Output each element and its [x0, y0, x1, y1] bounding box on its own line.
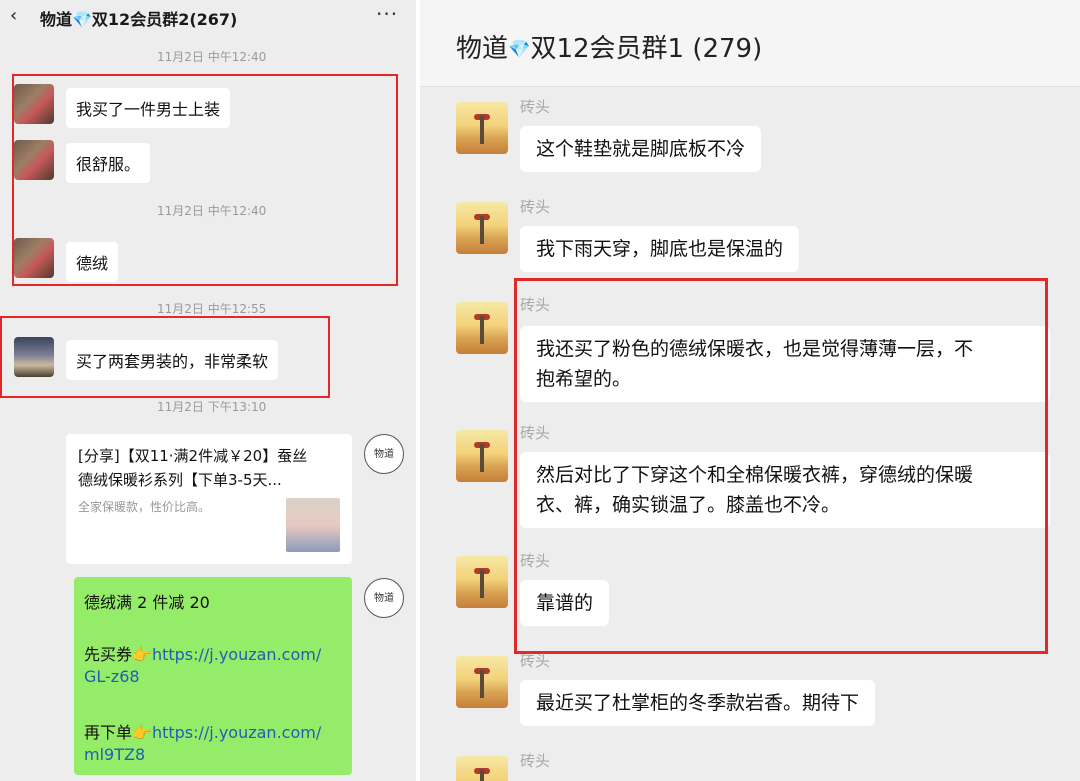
- sender-name: 砖头: [520, 652, 551, 670]
- right-chat-title: 物道💎双12会员群1 (279): [456, 34, 763, 64]
- timestamp: 11月2日 中午12:55: [157, 302, 267, 316]
- more-icon[interactable]: ···: [376, 2, 398, 26]
- highlight-box: [0, 316, 330, 398]
- avatar[interactable]: [456, 756, 508, 781]
- coupon-link-tail[interactable]: GL-z68: [84, 667, 140, 686]
- right-chat-panel: 物道💎双12会员群1 (279) 砖头 这个鞋垫就是脚底板不冷 砖头 我下雨天穿…: [420, 0, 1080, 781]
- brand-logo-avatar[interactable]: 物道: [364, 578, 404, 618]
- avatar[interactable]: [456, 656, 508, 708]
- avatar[interactable]: [456, 102, 508, 154]
- message-bubble[interactable]: 我下雨天穿，脚底也是保温的: [520, 226, 800, 272]
- avatar[interactable]: [456, 556, 508, 608]
- share-card-title-line: [分享]【双11·满2件减￥20】蚕丝: [78, 447, 308, 465]
- green-message-line: 先买券👉https://j.youzan.com/: [84, 645, 322, 664]
- sender-name: 砖头: [520, 98, 551, 116]
- avatar[interactable]: [456, 202, 508, 254]
- right-chat-header: 物道💎双12会员群1 (279): [420, 0, 1080, 87]
- sender-name: 砖头: [520, 752, 551, 770]
- share-card[interactable]: [分享]【双11·满2件减￥20】蚕丝 德绒保暖衫系列【下单3-5天... 全家…: [66, 434, 352, 564]
- coupon-link[interactable]: https://j.youzan.com/: [152, 645, 321, 664]
- back-icon[interactable]: ‹: [10, 5, 17, 26]
- highlight-box: [12, 74, 398, 286]
- share-card-thumbnail: [286, 498, 340, 552]
- sender-name: 砖头: [520, 198, 551, 216]
- highlight-box: [514, 278, 1048, 654]
- diamond-icon: 💎: [508, 39, 531, 60]
- avatar[interactable]: [456, 430, 508, 482]
- left-chat-title: 物道💎双12会员群2(267): [40, 10, 238, 29]
- timestamp: 11月2日 下午13:10: [157, 400, 267, 414]
- left-chat-panel: ‹ 物道💎双12会员群2(267) ··· 11月2日 中午12:40 我买了一…: [0, 0, 416, 781]
- left-chat-header: ‹ 物道💎双12会员群2(267) ···: [0, 0, 416, 32]
- message-bubble[interactable]: 最近买了杜掌柜的冬季款岩香。期待下: [520, 680, 876, 726]
- timestamp: 11月2日 中午12:40: [157, 50, 267, 64]
- brand-logo-avatar[interactable]: 物道: [364, 434, 404, 474]
- share-card-description: 全家保暖款，性价比高。: [78, 500, 211, 514]
- message-bubble[interactable]: 这个鞋垫就是脚底板不冷: [520, 126, 762, 172]
- avatar[interactable]: [456, 302, 508, 354]
- share-card-title-line: 德绒保暖衫系列【下单3-5天...: [78, 471, 282, 489]
- green-message-line: 再下单👉https://j.youzan.com/: [84, 723, 322, 742]
- order-link[interactable]: https://j.youzan.com/: [152, 723, 321, 742]
- order-link-tail[interactable]: ml9TZ8: [84, 745, 145, 764]
- green-message-bubble[interactable]: 德绒满 2 件减 20 先买券👉https://j.youzan.com/ GL…: [74, 577, 352, 775]
- green-message-line: 德绒满 2 件减 20: [84, 593, 210, 612]
